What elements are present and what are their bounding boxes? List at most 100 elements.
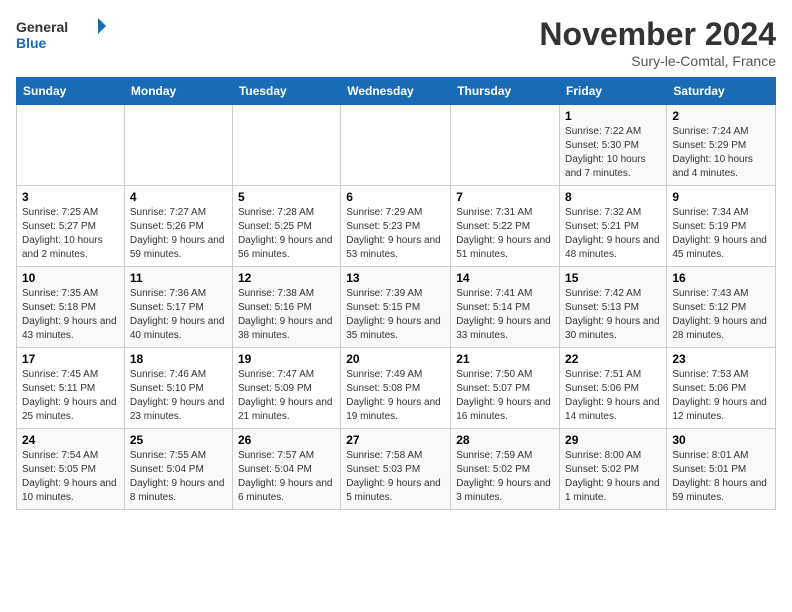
day-number: 8 — [565, 190, 661, 204]
day-number: 6 — [346, 190, 445, 204]
day-info: Sunrise: 7:53 AM Sunset: 5:06 PM Dayligh… — [672, 368, 770, 424]
calendar-cell: 4 Sunrise: 7:27 AM Sunset: 5:26 PM Daylig… — [124, 186, 232, 267]
day-number: 9 — [672, 190, 770, 204]
col-tuesday: Tuesday — [232, 78, 340, 105]
page-header: General Blue November 2024 Sury-le-Comta… — [16, 16, 776, 69]
calendar-cell: 5 Sunrise: 7:28 AM Sunset: 5:25 PM Daylig… — [232, 186, 340, 267]
day-info: Sunrise: 7:57 AM Sunset: 5:04 PM Dayligh… — [238, 449, 335, 505]
day-number: 27 — [346, 433, 445, 447]
logo: General Blue — [16, 16, 106, 56]
day-info: Sunrise: 7:55 AM Sunset: 5:04 PM Dayligh… — [130, 449, 227, 505]
calendar-cell: 19Sunrise: 7:47 AM Sunset: 5:09 PM Dayli… — [232, 348, 340, 429]
day-info: Sunrise: 7:22 AM Sunset: 5:30 PM Dayligh… — [565, 125, 661, 181]
location-subtitle: Sury-le-Comtal, France — [539, 53, 776, 69]
calendar-cell — [451, 105, 560, 186]
day-number: 24 — [22, 433, 119, 447]
day-info: Sunrise: 7:25 AM Sunset: 5:27 PM Dayligh… — [22, 206, 119, 262]
calendar-cell: 12 Sunrise: 7:38 AM Sunset: 5:16 PM Dayli… — [232, 267, 340, 348]
day-number: 28 — [456, 433, 554, 447]
col-sunday: Sunday — [17, 78, 125, 105]
calendar-cell: 20 Sunrise: 7:49 AM Sunset: 5:08 PM Dayli… — [341, 348, 451, 429]
day-info: Sunrise: 7:45 AM Sunset: 5:11 PM Dayligh… — [22, 368, 119, 424]
calendar-cell: 25 Sunrise: 7:55 AM Sunset: 5:04 PM Dayli… — [124, 429, 232, 510]
title-block: November 2024 Sury-le-Comtal, France — [539, 16, 776, 69]
calendar-cell: 24 Sunrise: 7:54 AM Sunset: 5:05 PM Dayli… — [17, 429, 125, 510]
calendar-cell: 30Sunrise: 8:01 AM Sunset: 5:01 PM Dayli… — [667, 429, 776, 510]
day-info: Sunrise: 7:54 AM Sunset: 5:05 PM Dayligh… — [22, 449, 119, 505]
day-info: Sunrise: 7:47 AM Sunset: 5:09 PM Dayligh… — [238, 368, 335, 424]
day-info: Sunrise: 7:58 AM Sunset: 5:03 PM Dayligh… — [346, 449, 445, 505]
calendar-header: Sunday Monday Tuesday Wednesday Thursday… — [17, 78, 776, 105]
day-info: Sunrise: 7:34 AM Sunset: 5:19 PM Dayligh… — [672, 206, 770, 262]
day-info: Sunrise: 7:38 AM Sunset: 5:16 PM Dayligh… — [238, 287, 335, 343]
calendar-cell: 22 Sunrise: 7:51 AM Sunset: 5:06 PM Dayli… — [560, 348, 667, 429]
calendar-cell: 1 Sunrise: 7:22 AM Sunset: 5:30 PM Daylig… — [560, 105, 667, 186]
day-info: Sunrise: 7:35 AM Sunset: 5:18 PM Dayligh… — [22, 287, 119, 343]
calendar-cell: 18Sunrise: 7:46 AM Sunset: 5:10 PM Dayli… — [124, 348, 232, 429]
day-info: Sunrise: 7:41 AM Sunset: 5:14 PM Dayligh… — [456, 287, 554, 343]
col-saturday: Saturday — [667, 78, 776, 105]
day-number: 2 — [672, 109, 770, 123]
calendar-cell: 10Sunrise: 7:35 AM Sunset: 5:18 PM Dayli… — [17, 267, 125, 348]
header-row: Sunday Monday Tuesday Wednesday Thursday… — [17, 78, 776, 105]
day-number: 7 — [456, 190, 554, 204]
day-number: 3 — [22, 190, 119, 204]
calendar-cell: 2 Sunrise: 7:24 AM Sunset: 5:29 PM Daylig… — [667, 105, 776, 186]
col-monday: Monday — [124, 78, 232, 105]
calendar-cell: 28 Sunrise: 7:59 AM Sunset: 5:02 PM Dayli… — [451, 429, 560, 510]
day-info: Sunrise: 7:27 AM Sunset: 5:26 PM Dayligh… — [130, 206, 227, 262]
calendar-week-2: 3 Sunrise: 7:25 AM Sunset: 5:27 PM Daylig… — [17, 186, 776, 267]
calendar-cell: 16 Sunrise: 7:43 AM Sunset: 5:12 PM Dayli… — [667, 267, 776, 348]
day-info: Sunrise: 7:59 AM Sunset: 5:02 PM Dayligh… — [456, 449, 554, 505]
day-number: 23 — [672, 352, 770, 366]
day-number: 4 — [130, 190, 227, 204]
calendar-cell: 3 Sunrise: 7:25 AM Sunset: 5:27 PM Daylig… — [17, 186, 125, 267]
day-number: 20 — [346, 352, 445, 366]
day-number: 13 — [346, 271, 445, 285]
calendar-cell — [124, 105, 232, 186]
svg-text:Blue: Blue — [16, 35, 47, 51]
calendar-cell: 9 Sunrise: 7:34 AM Sunset: 5:19 PM Daylig… — [667, 186, 776, 267]
day-info: Sunrise: 7:42 AM Sunset: 5:13 PM Dayligh… — [565, 287, 661, 343]
day-info: Sunrise: 7:29 AM Sunset: 5:23 PM Dayligh… — [346, 206, 445, 262]
day-number: 15 — [565, 271, 661, 285]
calendar-cell: 29Sunrise: 8:00 AM Sunset: 5:02 PM Dayli… — [560, 429, 667, 510]
calendar-cell — [17, 105, 125, 186]
calendar-cell: 27 Sunrise: 7:58 AM Sunset: 5:03 PM Dayli… — [341, 429, 451, 510]
calendar-cell: 8Sunrise: 7:32 AM Sunset: 5:21 PM Daylig… — [560, 186, 667, 267]
calendar-cell: 11Sunrise: 7:36 AM Sunset: 5:17 PM Dayli… — [124, 267, 232, 348]
calendar-cell: 6 Sunrise: 7:29 AM Sunset: 5:23 PM Daylig… — [341, 186, 451, 267]
day-number: 25 — [130, 433, 227, 447]
day-number: 17 — [22, 352, 119, 366]
calendar-cell: 21Sunrise: 7:50 AM Sunset: 5:07 PM Dayli… — [451, 348, 560, 429]
day-info: Sunrise: 7:43 AM Sunset: 5:12 PM Dayligh… — [672, 287, 770, 343]
calendar-cell: 14 Sunrise: 7:41 AM Sunset: 5:14 PM Dayli… — [451, 267, 560, 348]
day-info: Sunrise: 7:49 AM Sunset: 5:08 PM Dayligh… — [346, 368, 445, 424]
day-info: Sunrise: 7:24 AM Sunset: 5:29 PM Dayligh… — [672, 125, 770, 181]
day-number: 1 — [565, 109, 661, 123]
calendar-week-1: 1 Sunrise: 7:22 AM Sunset: 5:30 PM Daylig… — [17, 105, 776, 186]
calendar-week-4: 17 Sunrise: 7:45 AM Sunset: 5:11 PM Dayli… — [17, 348, 776, 429]
calendar-table: Sunday Monday Tuesday Wednesday Thursday… — [16, 77, 776, 510]
day-number: 21 — [456, 352, 554, 366]
col-friday: Friday — [560, 78, 667, 105]
day-info: Sunrise: 7:51 AM Sunset: 5:06 PM Dayligh… — [565, 368, 661, 424]
day-info: Sunrise: 7:39 AM Sunset: 5:15 PM Dayligh… — [346, 287, 445, 343]
col-wednesday: Wednesday — [341, 78, 451, 105]
day-number: 14 — [456, 271, 554, 285]
calendar-cell: 7 Sunrise: 7:31 AM Sunset: 5:22 PM Daylig… — [451, 186, 560, 267]
day-number: 16 — [672, 271, 770, 285]
day-number: 30 — [672, 433, 770, 447]
svg-text:General: General — [16, 19, 68, 35]
calendar-cell: 13 Sunrise: 7:39 AM Sunset: 5:15 PM Dayli… — [341, 267, 451, 348]
day-number: 29 — [565, 433, 661, 447]
day-number: 12 — [238, 271, 335, 285]
calendar-week-3: 10Sunrise: 7:35 AM Sunset: 5:18 PM Dayli… — [17, 267, 776, 348]
calendar-cell — [232, 105, 340, 186]
day-info: Sunrise: 7:28 AM Sunset: 5:25 PM Dayligh… — [238, 206, 335, 262]
day-info: Sunrise: 7:31 AM Sunset: 5:22 PM Dayligh… — [456, 206, 554, 262]
calendar-body: 1 Sunrise: 7:22 AM Sunset: 5:30 PM Daylig… — [17, 105, 776, 510]
calendar-week-5: 24 Sunrise: 7:54 AM Sunset: 5:05 PM Dayli… — [17, 429, 776, 510]
day-number: 22 — [565, 352, 661, 366]
day-number: 5 — [238, 190, 335, 204]
